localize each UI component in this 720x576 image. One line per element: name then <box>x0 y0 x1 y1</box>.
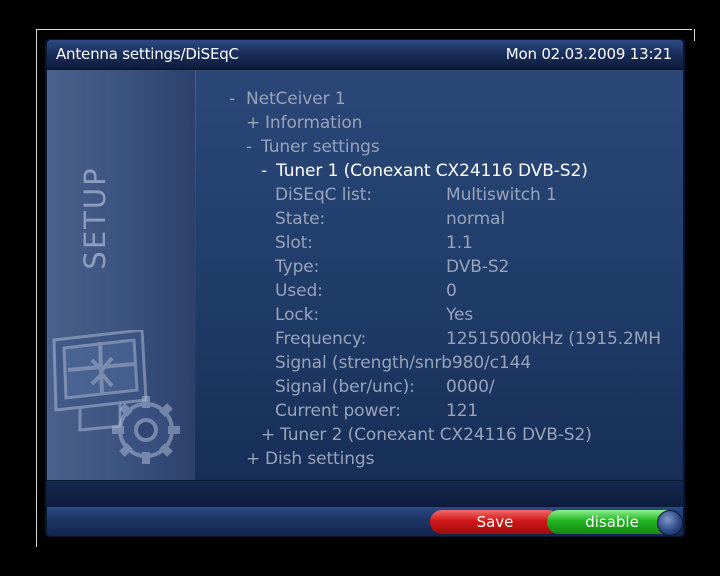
tree-item-label: Tuner 2 (Conexant CX24116 DVB-S2) <box>280 425 592 445</box>
field-key: Signal (strength/snrb980/c144 <box>275 353 532 373</box>
collapse-toggle[interactable]: - <box>229 89 235 109</box>
save-button[interactable]: Save <box>430 510 560 534</box>
field-key: State: <box>275 209 326 229</box>
field-value[interactable]: Multiswitch 1 <box>446 185 557 205</box>
tree-item-label: Dish settings <box>265 449 375 469</box>
field-value: 1.1 <box>446 233 473 253</box>
tree-item-netceiver[interactable]: - NetCeiver 1 <box>229 89 346 109</box>
collapse-toggle[interactable]: - <box>261 161 267 181</box>
field-key: Frequency: <box>275 329 367 349</box>
tree-item-dish-settings[interactable]: + Dish settings <box>246 449 374 469</box>
guide-line-right <box>694 29 695 41</box>
title-bar: Antenna settings/DiSEqC Mon 02.03.2009 1… <box>47 40 683 68</box>
field-key: Slot: <box>275 233 313 253</box>
field-value: DVB-S2 <box>446 257 510 277</box>
field-key: Used: <box>275 281 323 301</box>
expand-toggle[interactable]: + <box>261 425 275 445</box>
tree-item-tuner-settings[interactable]: - Tuner settings <box>246 137 380 157</box>
field-key: Lock: <box>275 305 319 325</box>
collapse-toggle[interactable]: - <box>246 137 252 157</box>
field-value: 0 <box>446 281 457 301</box>
page-title: Antenna settings/DiSEqC <box>56 45 239 63</box>
field-key: Signal (ber/unc): <box>275 377 415 397</box>
field-key: Current power: <box>275 401 401 421</box>
field-value: 12515000kHz (1915.2MH <box>446 329 661 349</box>
tree-item-label: Information <box>265 113 363 133</box>
field-value: 121 <box>446 401 479 421</box>
guide-line-top <box>36 29 692 30</box>
sidebar-setup-label: SETUP <box>78 166 112 270</box>
status-strip <box>47 481 683 507</box>
tree-item-label: NetCeiver 1 <box>246 89 346 109</box>
field-key: Type: <box>275 257 320 277</box>
field-value: Yes <box>446 305 474 325</box>
blue-button-icon[interactable] <box>657 510 683 536</box>
setup-monitor-gear-icon <box>52 330 180 464</box>
guide-line-left <box>36 29 37 547</box>
tree-item-information[interactable]: + Information <box>246 113 362 133</box>
clock: Mon 02.03.2009 13:21 <box>505 45 672 63</box>
expand-toggle[interactable]: + <box>246 113 260 133</box>
tree-item-label: Tuner settings <box>261 137 380 157</box>
tree-item-tuner-2[interactable]: + Tuner 2 (Conexant CX24116 DVB-S2) <box>261 425 592 445</box>
expand-toggle[interactable]: + <box>246 449 260 469</box>
tree-item-label: Tuner 1 (Conexant CX24116 DVB-S2) <box>276 161 588 181</box>
field-value: normal <box>446 209 505 229</box>
tree-item-tuner-1[interactable]: - Tuner 1 (Conexant CX24116 DVB-S2) <box>261 161 588 181</box>
field-value: 0000/ <box>446 377 495 397</box>
field-key: DiSEqC list: <box>275 185 372 205</box>
